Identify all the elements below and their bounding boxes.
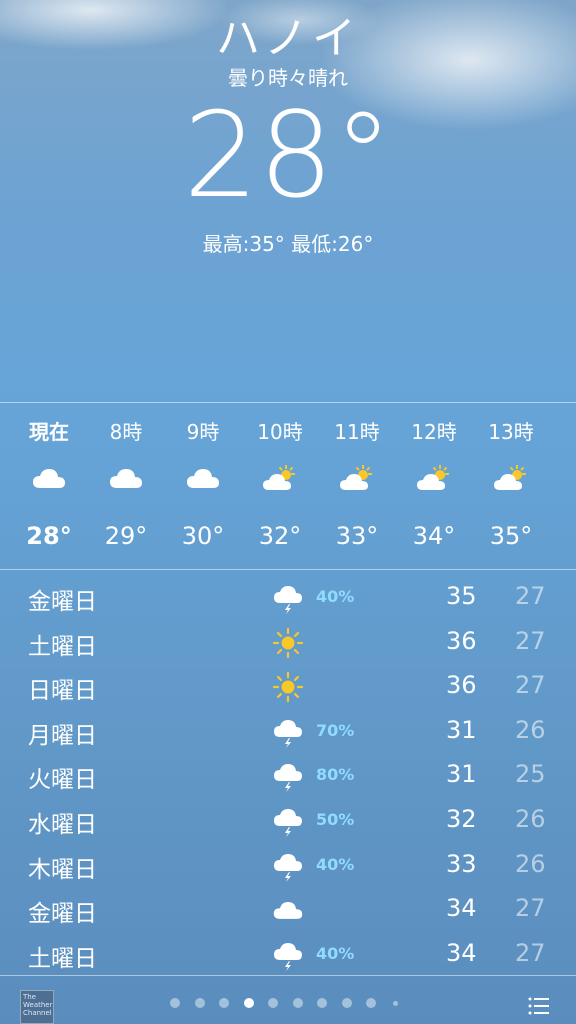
page-dot[interactable] [317,998,327,1008]
high-temperature: 31 [446,715,477,744]
precipitation-chance: 40% [316,943,355,963]
hour-label: 10時 [257,420,303,444]
page-indicator[interactable] [170,998,410,1010]
hourly-forecast[interactable]: 現在 28° 8時 29° 9時 30° 10時 32° 11時 33° 12時 34° 13時 35° [0,404,576,569]
hour-label: 13時 [488,420,534,444]
low-temperature: 25 [515,760,546,789]
hour-label: 8時 [109,420,143,444]
daily-row[interactable]: 火曜日 80% 31 25 [0,754,576,798]
day-name: 土曜日 [28,633,97,660]
daily-row[interactable]: 金曜日 40% 35 27 [0,576,576,620]
low-temperature: 27 [515,894,546,923]
day-name: 土曜日 [28,945,97,972]
hour-temperature: 34° [412,522,456,550]
precipitation-chance: 80% [316,765,355,785]
cloud-icon [31,464,67,492]
weather-channel-logo[interactable]: The Weather Channel [20,990,54,1024]
thunderstorm-icon [272,716,304,748]
page-dot[interactable] [243,998,254,1008]
hour-label: 9時 [186,420,220,444]
cloud-icon [272,894,304,926]
cloud-icon [108,464,144,492]
hour-temperature: 35° [489,522,533,550]
daily-row[interactable]: 土曜日 36 27 [0,621,576,665]
low-temperature: 26 [515,805,546,833]
hour-label: 11時 [334,420,380,444]
low-temperature: 27 [515,582,546,610]
footer: The Weather Channel [0,988,576,1024]
page-dot[interactable] [194,998,205,1008]
daily-row[interactable]: 木曜日 40% 33 26 [0,844,576,888]
hour-temperature: 32° [258,522,302,550]
current-temperature: 28° [183,86,393,224]
day-name: 水曜日 [28,812,97,838]
thunderstorm-icon [272,805,304,837]
page-dot[interactable] [392,1001,398,1006]
sun-icon [272,627,304,659]
list-icon[interactable] [528,997,550,1015]
daily-row[interactable]: 金曜日 34 27 [0,888,576,932]
divider [0,975,576,976]
daily-row[interactable]: 水曜日 50% 32 26 [0,799,576,843]
sun-icon [272,671,304,703]
day-name: 月曜日 [28,722,97,749]
page-dot[interactable] [341,998,352,1008]
page-dot[interactable] [268,998,278,1008]
cloud-icon [185,464,221,492]
thunderstorm-icon [272,939,304,971]
page-dot[interactable] [366,998,376,1008]
low-temperature: 27 [515,671,546,700]
daily-row[interactable]: 月曜日 70% 31 26 [0,710,576,754]
precipitation-chance: 40% [316,587,355,606]
partly-sunny-icon [339,464,375,492]
thunderstorm-icon [272,850,304,882]
daily-row[interactable]: 土曜日 40% 34 27 [0,933,576,977]
precipitation-chance: 50% [316,810,355,829]
page-dot[interactable] [170,998,180,1008]
high-temperature: 33 [446,849,477,878]
page-dot[interactable] [292,998,303,1008]
high-temperature: 36 [446,671,477,700]
hour-label: 12時 [411,420,457,444]
day-name: 金曜日 [28,589,97,615]
city-name: ハノイ [216,13,360,64]
precipitation-chance: 70% [316,720,355,740]
hour-temperature: 33° [335,522,379,550]
hour-temperature: 28° [26,522,72,550]
day-name: 火曜日 [28,767,97,794]
precipitation-chance: 40% [316,854,355,874]
low-temperature: 26 [515,849,546,878]
low-temperature: 27 [515,626,546,655]
day-name: 日曜日 [28,678,97,705]
partly-sunny-icon [416,464,452,492]
high-temperature: 34 [446,938,477,967]
high-temperature: 31 [446,760,477,789]
hour-temperature: 29° [104,522,148,550]
high-temperature: 34 [446,894,477,923]
hour-temperature: 30° [181,522,225,550]
high-temperature: 32 [446,805,477,833]
partly-sunny-icon [493,464,529,492]
thunderstorm-icon [272,582,304,614]
divider [0,402,576,403]
high-low-temperature: 最高:35° 最低:26° [202,232,374,256]
day-name: 金曜日 [28,901,97,928]
low-temperature: 27 [515,938,546,967]
partly-sunny-icon [262,464,298,492]
hour-label: 現在 [29,420,69,444]
daily-row[interactable]: 日曜日 36 27 [0,665,576,709]
page-dot[interactable] [219,998,229,1008]
day-name: 木曜日 [28,856,97,883]
high-temperature: 36 [446,626,477,655]
thunderstorm-icon [272,760,304,793]
low-temperature: 26 [515,715,546,744]
high-temperature: 35 [446,582,477,610]
divider [0,569,576,570]
